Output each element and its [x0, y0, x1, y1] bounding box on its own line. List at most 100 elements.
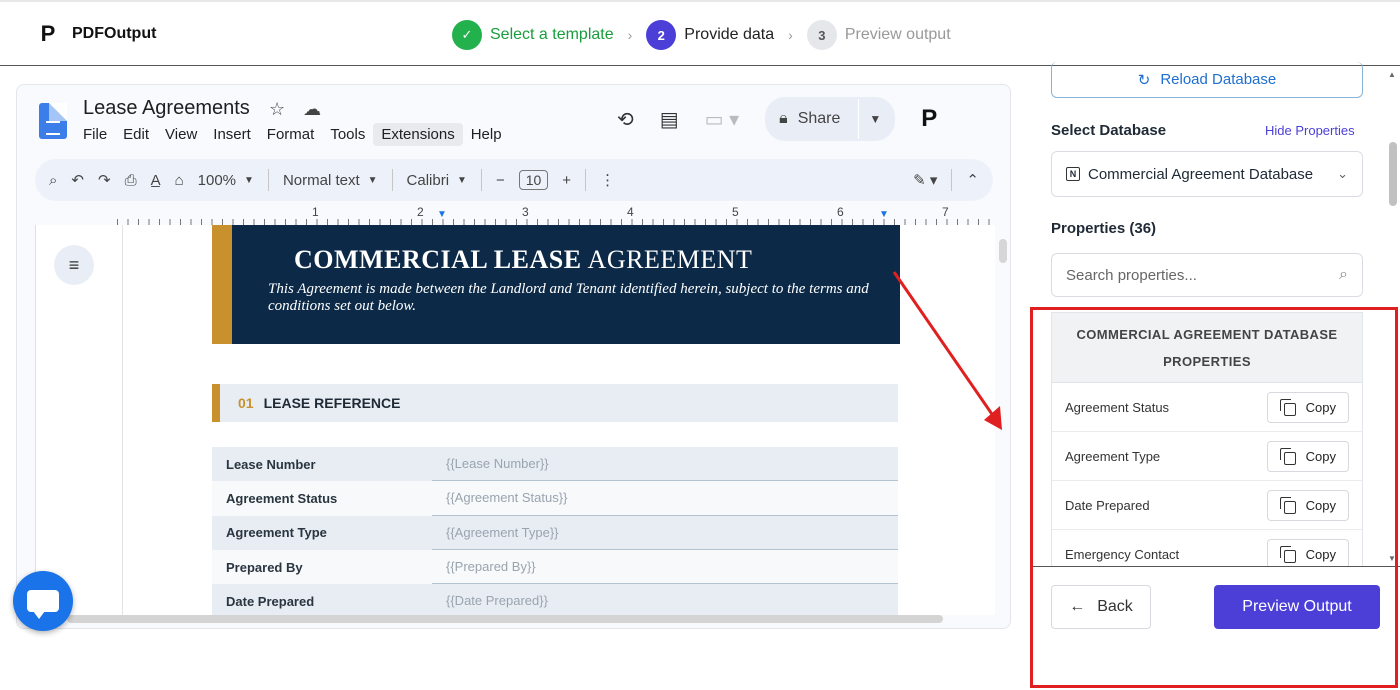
table-row: Lease Number {{Lease Number}} — [212, 447, 898, 482]
menu-file[interactable]: File — [75, 123, 115, 146]
data-panel: ↻ Reload Database Select Database Hide P… — [1030, 62, 1400, 690]
back-label: Back — [1097, 598, 1133, 615]
back-button[interactable]: ← Back — [1051, 585, 1151, 629]
document-outline-icon[interactable]: ≡ — [54, 245, 94, 285]
reload-label: Reload Database — [1160, 71, 1277, 88]
table-row: Agreement Type {{Agreement Type}} — [212, 515, 898, 550]
ruler-number: 7 — [942, 205, 949, 219]
menu-edit[interactable]: Edit — [115, 123, 157, 146]
hide-properties-link[interactable]: Hide Properties — [1265, 123, 1355, 138]
list-item: Date Prepared Copy — [1052, 481, 1362, 530]
properties-list: COMMERCIAL AGREEMENT DATABASE PROPERTIES… — [1051, 312, 1363, 567]
banner-subtitle: This Agreement is made between the Landl… — [268, 281, 869, 314]
caret-down-icon: ▼ — [457, 174, 467, 186]
cloud-status-icon[interactable]: ☁ — [303, 99, 321, 120]
menu-extensions[interactable]: Extensions — [373, 123, 463, 146]
database-select[interactable]: N Commercial Agreement Database ⌄ — [1051, 151, 1363, 197]
step-label: Preview output — [844, 26, 951, 43]
doc-title[interactable]: Lease Agreements — [83, 97, 250, 120]
font-size-input[interactable]: 10 — [518, 170, 549, 190]
more-options-icon[interactable]: ⋮ — [600, 171, 615, 189]
editing-mode-icon[interactable]: ✎ ▾ — [913, 171, 937, 189]
spellcheck-icon[interactable]: A̲ — [151, 172, 161, 189]
menu-help[interactable]: Help — [463, 123, 510, 146]
style-select[interactable]: Normal text ▼ — [283, 172, 378, 189]
ruler: 1 2 3 4 5 6 7 ▼ ▼ — [117, 205, 997, 225]
doc-vertical-scrollbar[interactable] — [999, 239, 1007, 263]
paint-format-icon[interactable]: ⌂ — [175, 172, 184, 189]
menu-format[interactable]: Format — [259, 123, 323, 146]
panel-scrollbar[interactable] — [1389, 142, 1397, 206]
copy-icon — [1279, 448, 1296, 465]
print-icon[interactable]: ⎙ — [125, 172, 137, 189]
comments-icon[interactable]: ▤ — [660, 107, 679, 132]
scroll-up-icon[interactable]: ▲ — [1388, 70, 1396, 79]
decrease-font-icon[interactable]: − — [496, 172, 505, 189]
copy-icon — [1279, 399, 1296, 416]
step-preview-output[interactable]: 3 Preview output — [806, 20, 951, 50]
font-select[interactable]: Calibri ▼ — [407, 172, 467, 189]
copy-button[interactable]: Copy — [1266, 391, 1349, 423]
preview-output-button[interactable]: Preview Output — [1214, 585, 1380, 629]
doc-page-area: ≡ COMMERCIAL LEASE AGREEMENT This Agreeme… — [35, 225, 995, 615]
divider — [267, 169, 269, 191]
field-placeholder[interactable]: {{Agreement Type}} — [432, 515, 898, 550]
banner-accent — [212, 225, 232, 344]
divider — [391, 169, 393, 191]
ruler-number: 6 — [837, 205, 844, 219]
copy-button[interactable]: Copy — [1266, 489, 1349, 521]
indent-marker-icon[interactable]: ▼ — [437, 209, 447, 220]
pdfoutput-logo-icon: P — [34, 20, 62, 48]
lock-icon: 🔒︎ — [779, 110, 788, 127]
doc-header: Lease Agreements ☆ ☁ File Edit View Inse… — [17, 85, 1010, 155]
version-history-icon[interactable]: ⟲ — [617, 107, 634, 132]
chevron-down-icon[interactable]: ▼ — [869, 112, 881, 126]
docs-icon[interactable] — [39, 103, 67, 139]
right-indent-marker-icon[interactable]: ▼ — [879, 209, 889, 220]
field-label: Date Prepared — [212, 584, 432, 615]
field-placeholder[interactable]: {{Date Prepared}} — [432, 584, 898, 615]
menu-insert[interactable]: Insert — [205, 123, 259, 146]
banner-title: COMMERCIAL LEASE AGREEMENT — [294, 245, 752, 275]
doc-horizontal-scrollbar[interactable] — [67, 615, 943, 623]
copy-button[interactable]: Copy — [1266, 538, 1349, 566]
doc-banner: COMMERCIAL LEASE AGREEMENT This Agreement… — [212, 225, 900, 344]
search-properties-input[interactable] — [1066, 266, 1340, 284]
brand[interactable]: P PDFOutput — [34, 20, 156, 48]
step-number: 2 — [646, 20, 677, 50]
step-provide-data[interactable]: 2 Provide data — [646, 20, 774, 50]
menu-tools[interactable]: Tools — [322, 123, 373, 146]
collapse-toolbar-icon[interactable]: ⌃ — [966, 171, 979, 189]
copy-button[interactable]: Copy — [1266, 440, 1349, 472]
star-icon[interactable]: ☆ — [269, 99, 285, 120]
field-placeholder[interactable]: {{Agreement Status}} — [432, 481, 898, 516]
undo-icon[interactable]: ↶ — [71, 171, 84, 189]
banner-title-regular: AGREEMENT — [587, 245, 753, 274]
step-select-template[interactable]: ✓ Select a template — [452, 20, 614, 50]
divider — [951, 169, 953, 191]
ruler-number: 1 — [312, 205, 319, 219]
field-placeholder[interactable]: {{Lease Number}} — [432, 447, 898, 482]
brand-name: PDFOutput — [72, 25, 157, 42]
search-icon[interactable]: ⌕ — [49, 172, 57, 189]
notion-icon: N — [1066, 167, 1080, 181]
chat-support-button[interactable] — [13, 571, 73, 631]
pdfoutput-addon-icon[interactable]: P — [921, 105, 937, 133]
increase-font-icon[interactable]: + — [562, 172, 571, 189]
caret-down-icon: ▼ — [367, 174, 378, 186]
chevron-right-icon: › — [788, 27, 793, 43]
reload-database-button[interactable]: ↻ Reload Database — [1051, 62, 1363, 98]
share-button[interactable]: 🔒︎ Share ▼ — [765, 97, 896, 141]
select-database-label: Select Database — [1051, 122, 1167, 139]
scroll-down-icon[interactable]: ▼ — [1388, 554, 1396, 563]
field-label: Agreement Type — [212, 515, 432, 550]
redo-icon[interactable]: ↷ — [98, 171, 111, 189]
ruler-number: 4 — [627, 205, 634, 219]
meet-icon[interactable]: ▭ ▾ — [705, 107, 740, 132]
zoom-select[interactable]: 100% ▼ — [198, 172, 254, 189]
google-doc-embed: Lease Agreements ☆ ☁ File Edit View Inse… — [16, 84, 1011, 629]
chevron-down-icon: ⌄ — [1337, 166, 1348, 181]
field-placeholder[interactable]: {{Prepared By}} — [432, 549, 898, 585]
menu-view[interactable]: View — [157, 123, 205, 146]
chevron-right-icon: › — [627, 27, 633, 43]
